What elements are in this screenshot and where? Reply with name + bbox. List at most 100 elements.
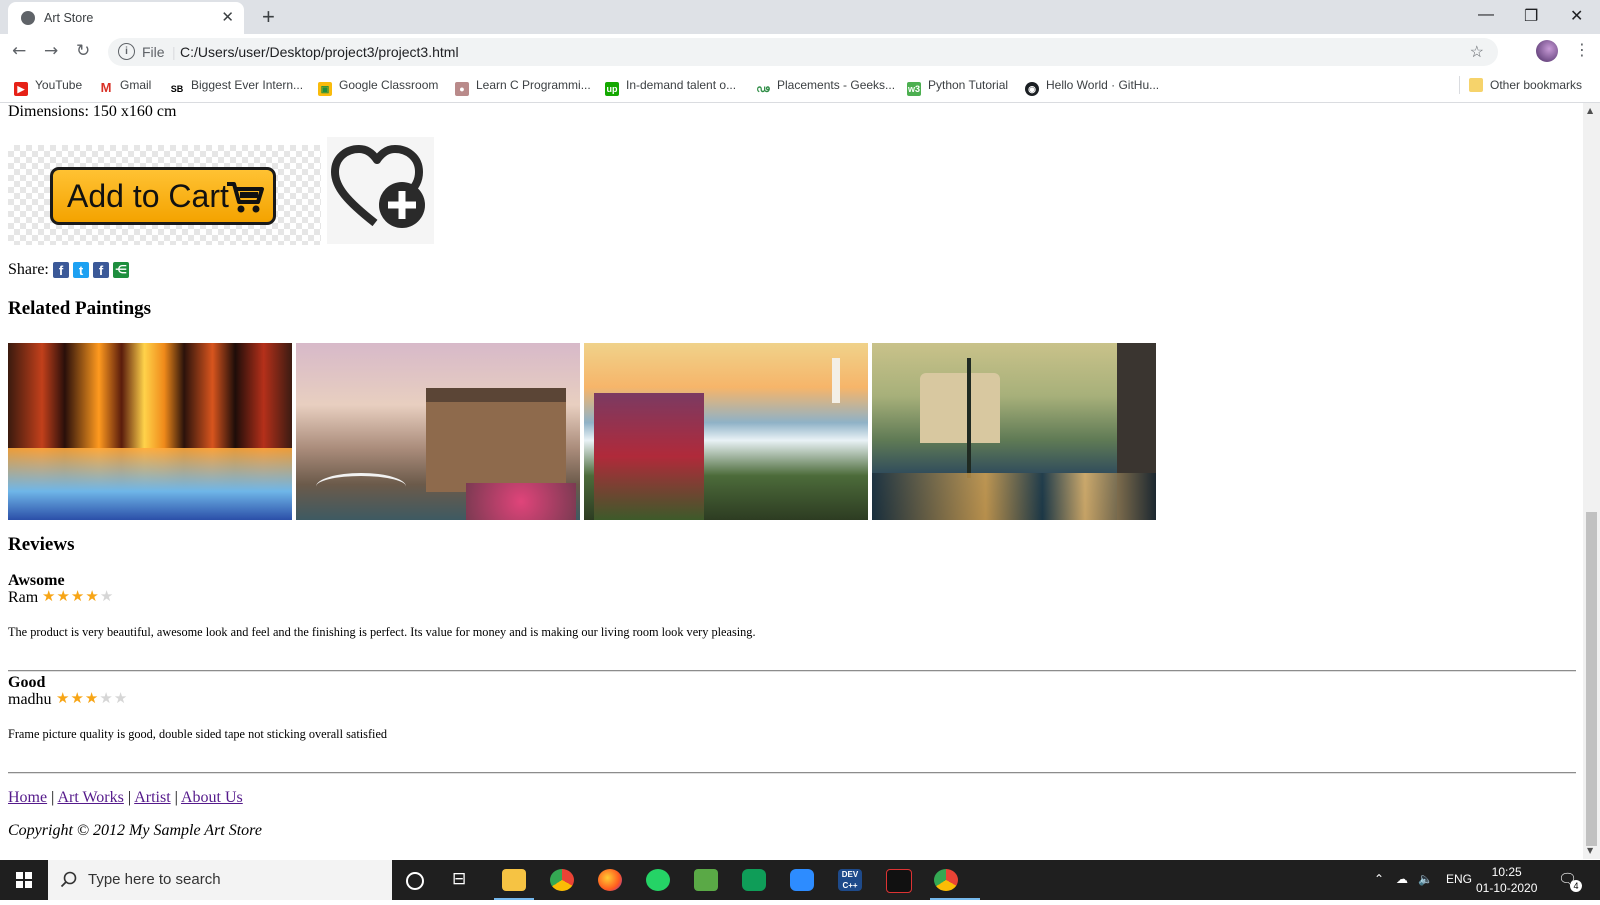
footer-nav: Home | Art Works | Artist | About Us: [8, 789, 243, 807]
bookmarks-divider: [1459, 76, 1460, 94]
address-bar[interactable]: i File | C:/Users/user/Desktop/project3/…: [108, 38, 1498, 66]
forward-icon[interactable]: →: [44, 41, 58, 61]
painting-house: [426, 388, 566, 492]
bookmark-gmail[interactable]: M Gmail: [99, 78, 151, 95]
review-divider: [8, 772, 1576, 774]
bookmark-label: In-demand talent o...: [626, 78, 737, 92]
url-text[interactable]: C:/Users/user/Desktop/project3/project3.…: [180, 44, 459, 60]
scrollbar-thumb[interactable]: [1586, 512, 1597, 846]
dev-cpp-icon[interactable]: DEV C++: [838, 869, 862, 891]
add-to-cart-button[interactable]: Add to Cart: [50, 167, 276, 225]
bookmark-youtube[interactable]: ▶ YouTube: [14, 78, 82, 96]
back-icon[interactable]: ←: [12, 41, 26, 61]
review-rating: ★★★★★: [56, 689, 128, 707]
cortana-icon[interactable]: [406, 872, 424, 890]
show-hidden-icons-icon[interactable]: ⌃: [1374, 872, 1384, 886]
twitter-icon[interactable]: t: [73, 262, 89, 278]
bookmarks-bar: ▶ YouTube M Gmail SB Biggest Ever Intern...…: [0, 70, 1600, 103]
volume-icon[interactable]: 🔈: [1418, 872, 1433, 886]
footer-link-about-us[interactable]: About Us: [181, 789, 243, 806]
start-button[interactable]: [0, 860, 48, 900]
add-to-cart-label: Add to Cart: [67, 178, 229, 214]
product-dimensions: Dimensions: 150 x160 cm: [8, 103, 177, 120]
related-painting-seaside-village[interactable]: [584, 343, 868, 520]
review-rating: ★★★★★: [42, 587, 114, 605]
system-clock[interactable]: 10:25 01-10-2020: [1476, 864, 1537, 896]
restore-icon[interactable]: ❐: [1524, 6, 1538, 26]
bookmark-github[interactable]: ◉ Hello World · GitHu...: [1025, 78, 1159, 96]
related-painting-paris-rain[interactable]: [872, 343, 1156, 520]
close-window-icon[interactable]: ✕: [1570, 6, 1583, 26]
search-placeholder: Type here to search: [88, 871, 221, 888]
other-bookmarks[interactable]: Other bookmarks: [1469, 78, 1582, 92]
browser-tab[interactable]: Art Store ✕: [8, 2, 244, 34]
share-icon[interactable]: ⋲: [113, 262, 129, 278]
reload-icon[interactable]: ↻: [76, 41, 90, 61]
w3-icon: w3: [907, 82, 921, 96]
info-icon[interactable]: i: [118, 43, 135, 60]
scroll-down-icon[interactable]: ▼: [1587, 846, 1593, 855]
scroll-up-icon[interactable]: ▲: [1587, 106, 1593, 115]
file-explorer-icon[interactable]: [502, 869, 526, 891]
youtube-icon: ▶: [14, 82, 28, 96]
related-painting-cottage[interactable]: [296, 343, 580, 520]
bookmark-label: Learn C Programmi...: [476, 78, 591, 92]
minimize-icon[interactable]: —: [1478, 6, 1494, 24]
footer-separator: |: [127, 789, 132, 806]
painting-bridge: [316, 473, 406, 500]
painting-lighthouse: [832, 358, 840, 403]
bookmark-upwork[interactable]: up In-demand talent o...: [605, 78, 736, 96]
review-text: The product is very beautiful, awesome l…: [8, 625, 756, 639]
notification-count-badge: 4: [1570, 880, 1582, 892]
bookmark-python-tutorial[interactable]: w3 Python Tutorial: [907, 78, 1008, 96]
turbo-c-icon[interactable]: [886, 869, 912, 893]
footer-link-artist[interactable]: Artist: [134, 789, 170, 806]
review-author: madhu: [8, 691, 52, 708]
firefox-icon[interactable]: [598, 869, 622, 891]
chrome-icon[interactable]: [550, 869, 574, 891]
url-scheme: File: [142, 44, 165, 60]
new-tab-icon[interactable]: +: [262, 4, 275, 30]
language-indicator[interactable]: ENG: [1446, 872, 1472, 886]
painting-arch: [920, 373, 1000, 443]
footer-link-art-works[interactable]: Art Works: [57, 789, 123, 806]
bookmark-learn-c[interactable]: ● Learn C Programmi...: [455, 78, 591, 96]
zoom-icon[interactable]: [790, 869, 814, 891]
profile-avatar[interactable]: [1536, 40, 1558, 62]
close-tab-icon[interactable]: ✕: [221, 8, 234, 26]
onedrive-icon[interactable]: ☁: [1396, 872, 1408, 886]
review-text: Frame picture quality is good, double si…: [8, 727, 388, 741]
bookmark-label: YouTube: [35, 78, 83, 92]
geeks-icon: ഢ: [756, 83, 770, 97]
star-filled-icon: ★: [70, 689, 85, 707]
copyright-text: Copyright © 2012 My Sample Art Store: [8, 822, 262, 839]
classroom-icon: ▣: [318, 82, 332, 96]
bookmark-geeks[interactable]: ഢ Placements - Geeks...: [756, 78, 895, 97]
bookmark-google-classroom[interactable]: ▣ Google Classroom: [318, 78, 438, 96]
money-app-icon[interactable]: [694, 869, 718, 891]
facebook-icon[interactable]: f: [53, 262, 69, 278]
taskbar-search-box[interactable]: Type here to search: [48, 860, 392, 900]
tab-title: Art Store: [44, 11, 94, 25]
bookmark-label: Hello World · GitHu...: [1046, 78, 1160, 92]
sb-icon: SB: [170, 82, 184, 96]
page-content: Dimensions: 150 x160 cm Add to Cart Shar…: [0, 103, 1582, 859]
menu-icon[interactable]: ⋮: [1574, 40, 1590, 59]
task-view-icon[interactable]: ⊟: [452, 869, 476, 891]
bookmark-label: Gmail: [120, 78, 152, 92]
facebook-icon[interactable]: f: [93, 262, 109, 278]
windows-taskbar: Type here to search ⊟ DEV C++ ⌃ ☁ 🔈 ENG 1…: [0, 860, 1600, 900]
bookmark-biggest-ever[interactable]: SB Biggest Ever Intern...: [170, 78, 303, 96]
globe-icon: [21, 11, 35, 25]
chrome-profile-icon[interactable]: [934, 869, 958, 891]
google-meet-icon[interactable]: [742, 869, 766, 891]
review-author: Ram: [8, 589, 39, 606]
painting-flowers: [594, 393, 704, 520]
clock-time: 10:25: [1491, 865, 1522, 879]
add-to-cart-image[interactable]: Add to Cart: [8, 145, 321, 245]
related-painting-autumn-forest[interactable]: [8, 343, 292, 520]
add-to-wishlist-image[interactable]: [327, 137, 434, 244]
bookmark-star-icon[interactable]: ☆: [1470, 42, 1484, 62]
whatsapp-icon[interactable]: [646, 869, 670, 891]
footer-link-home[interactable]: Home: [8, 789, 47, 806]
